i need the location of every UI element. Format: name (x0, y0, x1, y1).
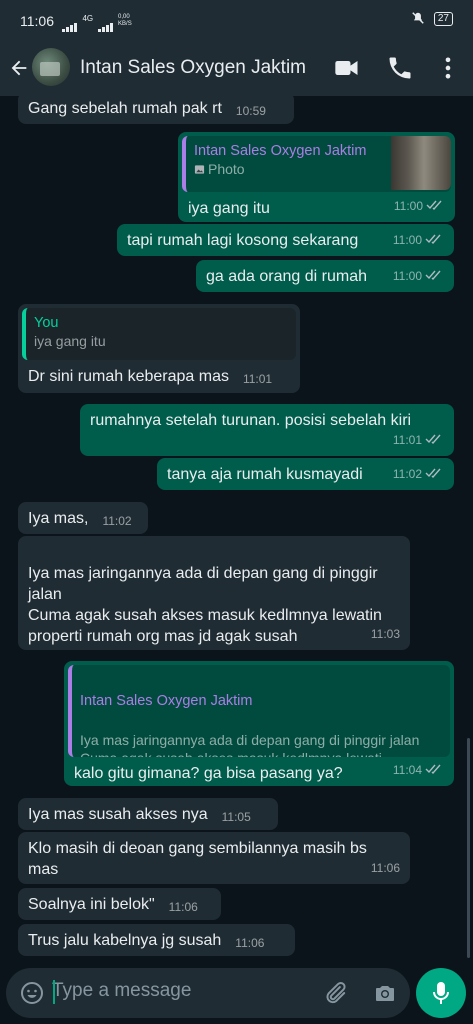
message-time: 10:59 (235, 104, 266, 118)
message-text: Trus jalu kabelnya jg susah (28, 932, 222, 949)
message-text: Iya mas susah akses nya (28, 806, 208, 823)
read-receipt-icon (425, 434, 441, 444)
message-time: 11:04 (393, 760, 444, 781)
photo-icon (194, 165, 205, 174)
message-incoming[interactable]: Iya mas jaringannya ada di depan gang di… (18, 536, 410, 650)
message-time: 11:02 (102, 514, 132, 528)
read-receipt-icon (425, 270, 441, 280)
message-text: Iya mas, (28, 510, 89, 527)
message-text: kalo gitu gimana? ga bisa pasang ya? (74, 765, 343, 782)
quote-sender: Intan Sales Oxygen Jaktim (80, 693, 253, 709)
message-time: 11:00 (393, 266, 444, 287)
read-receipt-icon (426, 200, 442, 210)
read-receipt-icon (425, 234, 441, 244)
quote-thumbnail (391, 136, 451, 190)
contact-name[interactable]: Intan Sales Oxygen Jaktim (80, 57, 306, 79)
message-text: Iya mas jaringannya ada di depan gang di… (28, 565, 382, 645)
message-text: rumahnya setelah turunan. posisi sebelah… (90, 412, 412, 429)
emoji-icon[interactable] (20, 981, 44, 1005)
message-text: Dr sini rumah keberapa mas (28, 368, 229, 385)
message-incoming[interactable]: Iya mas susah akses nya 11:05 (18, 798, 278, 830)
quote-text: Photo (208, 161, 245, 177)
voice-call-icon[interactable] (386, 54, 414, 82)
read-receipt-icon (425, 764, 441, 774)
quote-sender: You (34, 315, 59, 331)
message-outgoing[interactable]: rumahnya setelah turunan. posisi sebelah… (80, 404, 454, 456)
camera-icon[interactable] (372, 981, 398, 1005)
voice-message-button[interactable] (416, 968, 466, 1018)
message-time: 11:05 (221, 810, 251, 824)
message-text: tapi rumah lagi kosong sekarang (127, 232, 359, 249)
message-text: Klo masih di deoan gang sembilannya masi… (28, 840, 367, 878)
message-time: 11:03 (370, 627, 400, 641)
message-time: 11:00 (393, 230, 444, 251)
quote-sender: Intan Sales Oxygen Jaktim (194, 143, 367, 159)
quoted-message[interactable]: Intan Sales Oxygen Jaktim Photo (182, 136, 451, 192)
mute-icon (412, 12, 424, 24)
message-time: 11:06 (168, 900, 198, 914)
message-time: 11:02 (393, 464, 444, 485)
message-incoming[interactable]: Iya mas, 11:02 (18, 502, 148, 534)
message-time: 11:06 (235, 936, 265, 950)
network-type: 4G (82, 14, 94, 23)
message-time: 11:01 (393, 430, 444, 451)
microphone-icon (433, 982, 449, 1004)
message-outgoing[interactable]: tapi rumah lagi kosong sekarang 11:00 (117, 224, 454, 256)
message-time: 11:06 (370, 861, 400, 875)
quote-text: iya gang itu (34, 333, 106, 349)
message-outgoing[interactable]: tanya aja rumah kusmayadi 11:02 (157, 458, 454, 490)
message-text: tanya aja rumah kusmayadi (167, 466, 363, 483)
status-right: 27 (411, 11, 453, 26)
chat-header: Intan Sales Oxygen Jaktim (0, 40, 473, 96)
message-outgoing[interactable]: Intan Sales Oxygen Jaktim Iya mas jaring… (64, 661, 454, 786)
quoted-message[interactable]: You iya gang itu (22, 308, 296, 360)
message-composer: Type a message (6, 968, 410, 1018)
message-incoming[interactable]: Soalnya ini belok" 11:06 (18, 888, 221, 920)
status-bar: 11:06 4G 0,00 KB/S 27 (0, 0, 473, 40)
message-input[interactable]: Type a message (52, 980, 191, 1002)
video-call-icon[interactable] (333, 54, 361, 82)
quoted-message[interactable]: Intan Sales Oxygen Jaktim Iya mas jaring… (68, 665, 450, 757)
message-text: Gang sebelah rumah pak rt (28, 100, 222, 117)
quote-text: Iya mas jaringannya ada di depan gang di… (80, 732, 420, 757)
message-time: 11:00 (394, 196, 445, 217)
message-incoming[interactable]: You iya gang itu Dr sini rumah keberapa … (18, 304, 300, 393)
message-incoming[interactable]: Klo masih di deoan gang sembilannya masi… (18, 832, 410, 884)
message-incoming[interactable]: Trus jalu kabelnya jg susah 11:06 (18, 924, 295, 956)
signal-icon: 4G 0,00 KB/S (62, 14, 136, 32)
attach-icon[interactable] (322, 980, 348, 1006)
scrollbar[interactable] (467, 738, 470, 958)
contact-avatar[interactable] (32, 48, 70, 86)
read-receipt-icon (425, 468, 441, 478)
more-options-icon[interactable] (434, 54, 462, 82)
message-outgoing[interactable]: Intan Sales Oxygen Jaktim Photo iya gang… (178, 132, 455, 222)
message-text: ga ada orang di rumah (206, 268, 367, 285)
back-arrow-icon[interactable] (8, 54, 30, 82)
status-time: 11:06 (20, 13, 54, 29)
message-incoming[interactable]: Gang sebelah rumah pak rt 10:59 (18, 96, 294, 124)
message-list[interactable]: Gang sebelah rumah pak rt 10:59 Intan Sal… (0, 96, 473, 966)
message-outgoing[interactable]: ga ada orang di rumah 11:00 (196, 260, 454, 292)
message-time: 11:01 (242, 372, 273, 386)
battery-icon: 27 (433, 11, 453, 26)
text-caret (53, 980, 55, 1004)
network-speed: 0,00 KB/S (118, 14, 132, 27)
message-text: Soalnya ini belok" (28, 896, 155, 913)
